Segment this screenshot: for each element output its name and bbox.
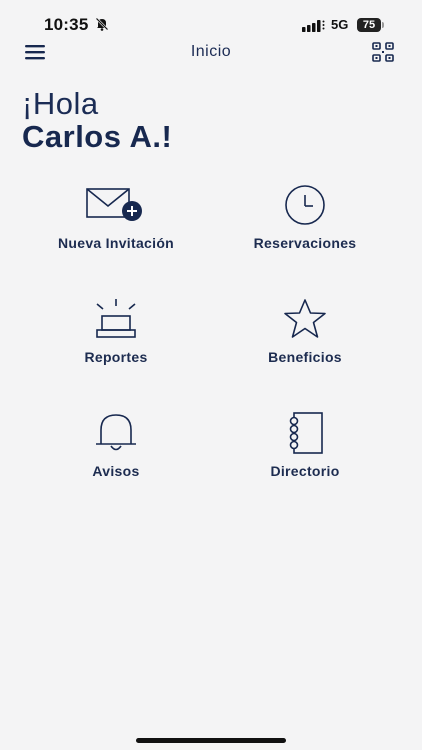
menu-tile-avisos[interactable]: Avisos bbox=[26, 408, 206, 508]
nav-bar: Inicio bbox=[0, 36, 422, 66]
greeting-text: ¡Hola bbox=[22, 86, 99, 121]
menu-label: Directorio bbox=[270, 463, 340, 479]
battery-nub bbox=[382, 22, 384, 28]
status-time: 10:35 bbox=[44, 15, 89, 34]
silent-bell-icon bbox=[95, 17, 109, 36]
menu-label: Reportes bbox=[84, 349, 148, 365]
bell-icon bbox=[26, 408, 206, 458]
cellular-signal-icon bbox=[302, 19, 326, 37]
battery-level: 75 bbox=[362, 19, 376, 31]
battery-icon: 75 bbox=[357, 18, 381, 32]
menu-label: Reservaciones bbox=[253, 235, 357, 251]
menu-tile-nueva-invitacion[interactable]: Nueva Invitación bbox=[26, 180, 206, 280]
alarm-light-icon bbox=[26, 294, 206, 344]
page-title: Inicio bbox=[190, 43, 232, 60]
user-name: Carlos A.! bbox=[22, 119, 173, 154]
envelope-plus-icon bbox=[26, 180, 206, 230]
menu-tile-reservaciones[interactable]: Reservaciones bbox=[215, 180, 395, 280]
qr-code-icon[interactable] bbox=[372, 42, 394, 67]
network-type: 5G bbox=[331, 17, 349, 32]
home-indicator[interactable] bbox=[136, 738, 286, 743]
menu-label: Avisos bbox=[92, 463, 140, 479]
menu-label: Nueva Invitación bbox=[57, 235, 175, 251]
menu-tile-beneficios[interactable]: Beneficios bbox=[215, 294, 395, 394]
star-icon bbox=[215, 294, 395, 344]
menu-tile-directorio[interactable]: Directorio bbox=[215, 408, 395, 508]
clock-icon bbox=[215, 180, 395, 230]
menu-tile-reportes[interactable]: Reportes bbox=[26, 294, 206, 394]
notebook-icon bbox=[215, 408, 395, 458]
menu-label: Beneficios bbox=[268, 349, 342, 365]
